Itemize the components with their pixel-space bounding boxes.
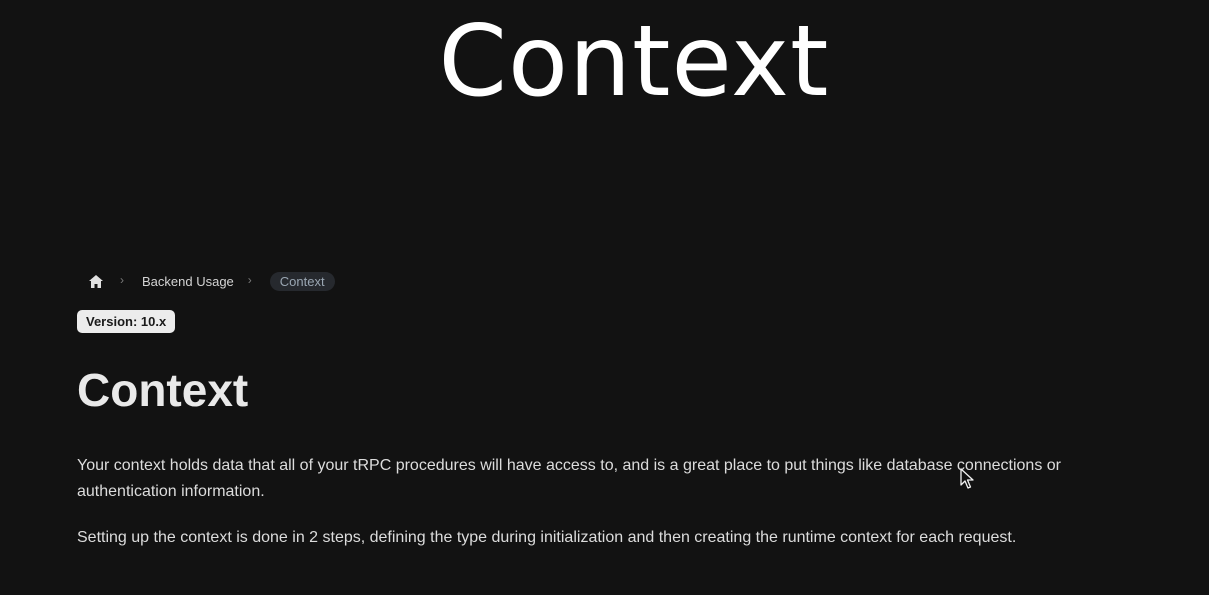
breadcrumb-item-context: Context xyxy=(269,271,335,291)
setup-paragraph: Setting up the context is done in 2 step… xyxy=(77,529,1017,546)
video-overlay-title: Context xyxy=(438,5,830,119)
mouse-pointer-icon xyxy=(960,468,974,490)
breadcrumb: › Backend Usage › Context xyxy=(86,268,335,292)
intro-paragraph: Your context holds data that all of your… xyxy=(77,457,1061,500)
version-badge[interactable]: Version: 10.x xyxy=(77,310,176,333)
page-title: Context xyxy=(77,364,249,416)
home-icon[interactable] xyxy=(86,269,106,292)
breadcrumb-separator: › xyxy=(120,273,124,287)
breadcrumb-separator: › xyxy=(247,273,252,287)
breadcrumb-item-backend-usage[interactable]: Backend Usage xyxy=(142,274,234,289)
